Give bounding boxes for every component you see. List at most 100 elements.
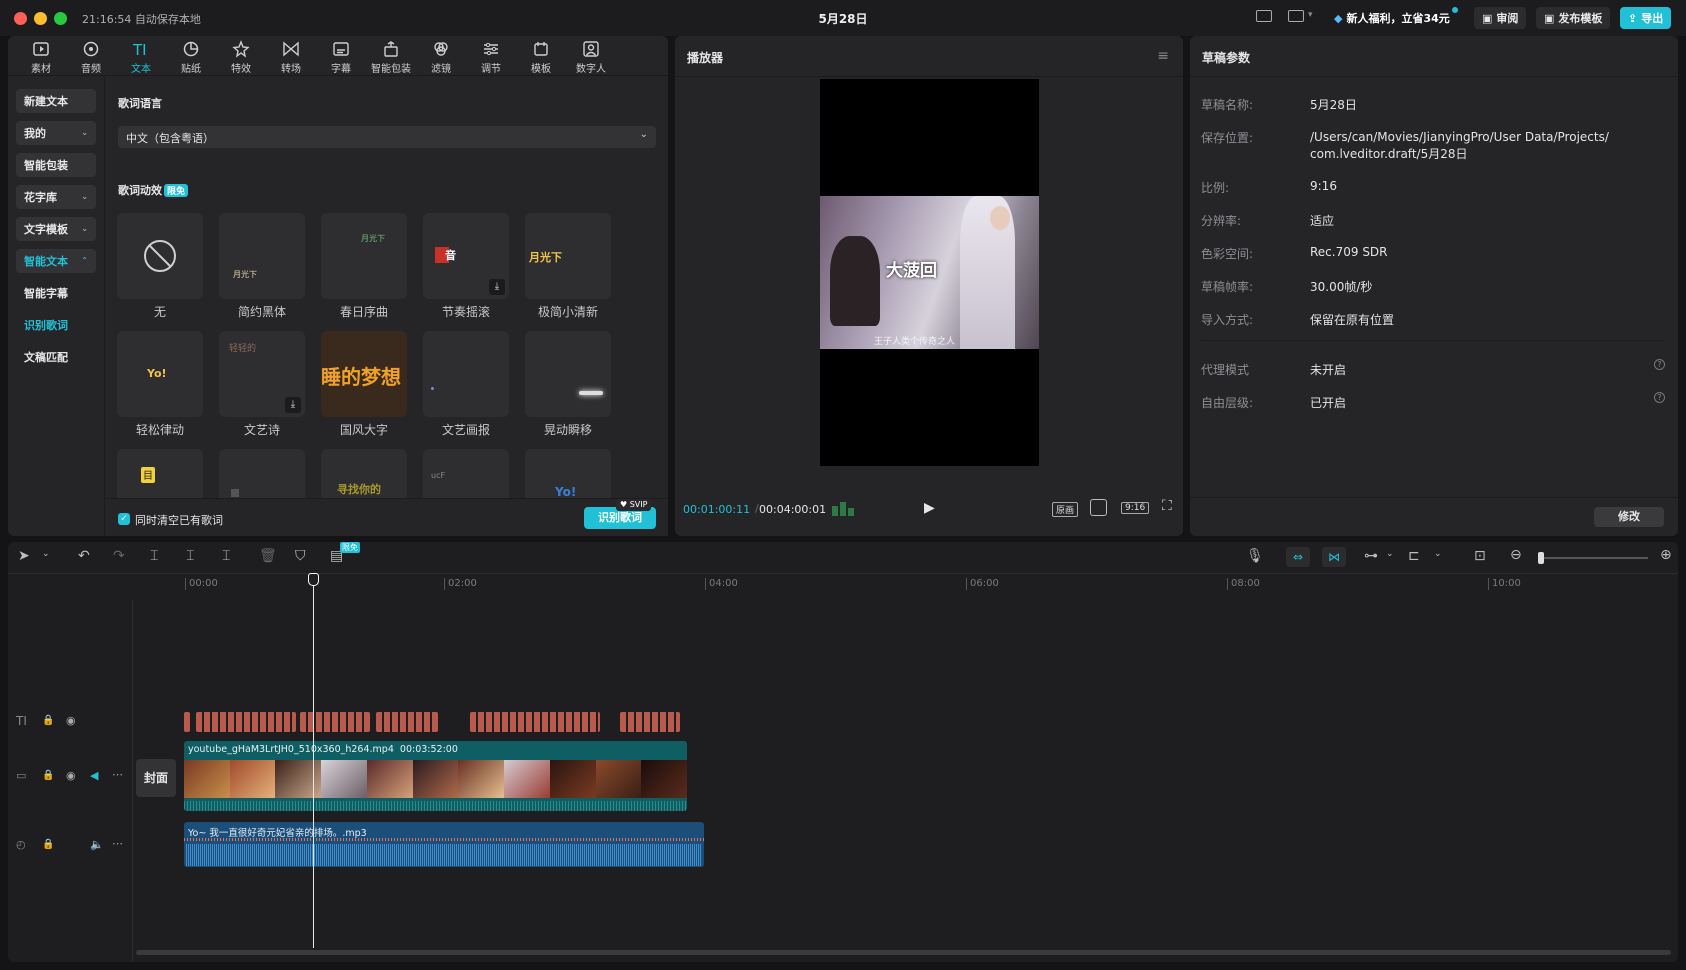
fit-timeline-icon[interactable]: ⊡ (1474, 548, 1486, 564)
sidebar-item-fancy-text[interactable]: 花字库 ⌄ (16, 185, 96, 209)
sidebar-item-smart-text[interactable]: 智能文本 ⌃ (16, 249, 96, 273)
lock-icon[interactable]: 🔒 (42, 770, 54, 781)
anim-card-none[interactable] (117, 213, 203, 299)
speaker-icon[interactable]: ◀ (90, 769, 98, 782)
audio-clip[interactable]: Yo~ 我一直很好奇元妃省亲的排场。.mp3 (184, 822, 704, 867)
microphone-icon[interactable]: 🎙 (1246, 548, 1264, 564)
tab-smart-pack[interactable]: 智能包装 (366, 40, 416, 80)
anim-card-rhythm-rock[interactable]: 音 ⤓ (423, 213, 509, 299)
marker-icon[interactable]: ⛉ (295, 548, 306, 564)
anim-card-guofeng-big[interactable]: 睡的梦想 (321, 331, 407, 417)
layout-icon[interactable] (1288, 10, 1304, 22)
anim-card-minimal-fresh[interactable]: 月光下 (525, 213, 611, 299)
modify-button[interactable]: 修改 (1594, 507, 1664, 527)
tab-caption[interactable]: 字幕 (316, 40, 366, 80)
help-icon[interactable]: ? (1654, 392, 1665, 403)
shortcut-icon[interactable] (1256, 10, 1272, 22)
trim-left-icon[interactable]: ⌶ (186, 548, 194, 564)
tab-effects[interactable]: 特效 (216, 40, 266, 80)
eye-icon[interactable]: ◉ (66, 769, 76, 782)
lock-icon[interactable]: 🔒 (42, 839, 54, 850)
auto-snap-icon[interactable]: ⋈ (1322, 547, 1346, 567)
playhead[interactable] (313, 574, 314, 948)
promo-link[interactable]: ◆ 新人福利，立省34元 (1334, 10, 1450, 26)
review-button[interactable]: ▣ 审阅 (1474, 7, 1527, 29)
more-icon[interactable]: ⋯ (112, 768, 123, 781)
help-icon[interactable]: ? (1654, 359, 1665, 370)
text-clip[interactable] (196, 712, 296, 732)
sidebar-item-mine[interactable]: 我的 ⌄ (16, 121, 96, 145)
tab-sticker[interactable]: 贴纸 (166, 40, 216, 80)
anim-card-simple-black[interactable]: 月光下 (219, 213, 305, 299)
undo-icon[interactable]: ↶ (78, 548, 90, 564)
layout-dropdown-icon[interactable]: ▾ (1308, 10, 1313, 20)
tab-template[interactable]: 模板 (516, 40, 566, 80)
maximize-window-button[interactable] (54, 12, 67, 25)
play-button[interactable]: ▶ (924, 500, 935, 516)
cover-button[interactable]: 封面 (136, 759, 176, 797)
tab-digital-human[interactable]: 数字人 (566, 40, 616, 80)
text-clip[interactable] (620, 712, 680, 732)
zoom-out-icon[interactable]: ⊖ (1510, 547, 1522, 563)
volume-icon[interactable]: 🔈 (90, 838, 104, 851)
tab-transition[interactable]: 转场 (266, 40, 316, 80)
preview-axis-icon[interactable]: ⊏ (1408, 548, 1420, 564)
clear-lyrics-checkbox[interactable]: ✓ (118, 513, 130, 525)
anim-card-easy-groove[interactable]: Yo! (117, 331, 203, 417)
text-clip[interactable] (376, 712, 438, 732)
tab-adjust[interactable]: 调节 (466, 40, 516, 80)
redo-icon[interactable]: ↷ (113, 548, 125, 564)
chevron-down-icon[interactable]: ⌄ (42, 549, 50, 559)
zoom-slider[interactable] (1538, 552, 1648, 564)
lock-icon[interactable]: 🔒 (42, 715, 54, 726)
delete-icon[interactable]: 🗑 (259, 548, 277, 564)
eye-icon[interactable]: ◉ (66, 714, 76, 727)
tab-media[interactable]: 素材 (16, 40, 66, 80)
anim-card-row3-3[interactable]: 寻找你的 (321, 449, 407, 499)
sidebar-item-recognize-lyrics[interactable]: 识别歌词 (16, 313, 96, 337)
minimize-window-button[interactable] (34, 12, 47, 25)
text-clip[interactable] (420, 712, 422, 732)
close-window-button[interactable] (14, 12, 27, 25)
zoom-slider-handle[interactable] (1538, 552, 1544, 564)
text-clip[interactable] (184, 712, 190, 732)
playhead-handle[interactable] (308, 573, 319, 586)
anim-card-row3-2[interactable] (219, 449, 305, 499)
original-quality-button[interactable]: 原画 (1052, 502, 1079, 517)
anim-card-row3-5[interactable]: Yo! (525, 449, 611, 499)
anim-card-literary-poem[interactable]: 轻轻的 ⤓ (219, 331, 305, 417)
video-preview[interactable]: 大菠回 王子人类个传奇之人 (820, 79, 1039, 466)
tab-text[interactable]: TI 文本 (116, 40, 166, 80)
aspect-ratio-button[interactable]: 9:16 (1121, 502, 1150, 514)
download-icon[interactable]: ⤓ (285, 397, 301, 413)
screenshot-icon[interactable] (1090, 499, 1107, 516)
player-menu-icon[interactable]: ≡ (1157, 48, 1169, 64)
sidebar-item-script-match[interactable]: 文稿匹配 (16, 345, 96, 369)
chevron-down-icon[interactable]: ⌄ (1434, 549, 1442, 559)
export-button[interactable]: ⇪ 导出 (1620, 7, 1672, 29)
sidebar-item-smart-pack[interactable]: 智能包装 (16, 153, 96, 177)
trim-right-icon[interactable]: ⌶ (222, 548, 230, 564)
more-icon[interactable]: ⋯ (112, 837, 123, 850)
anim-card-row3-4[interactable]: ucF (423, 449, 509, 499)
tab-filter[interactable]: 滤镜 (416, 40, 466, 80)
video-clip[interactable]: youtube_gHaM3LrtJH0_510x360_h264.mp4 00:… (184, 741, 687, 811)
timeline-scrollbar[interactable] (136, 950, 1671, 955)
sidebar-item-new-text[interactable]: 新建文本 (16, 89, 96, 113)
chevron-down-icon[interactable]: ⌄ (1386, 549, 1394, 559)
sidebar-item-smart-caption[interactable]: 智能字幕 (16, 281, 96, 305)
main-track-magnet-icon[interactable]: ⇔ (1286, 547, 1310, 567)
split-icon[interactable]: ⌶ (150, 548, 158, 564)
link-icon[interactable]: ⊶ (1364, 548, 1378, 564)
anim-card-literary-poster[interactable] (423, 331, 509, 417)
text-clip[interactable] (300, 712, 370, 732)
publish-template-button[interactable]: ▣ 发布模板 (1536, 7, 1611, 29)
text-clip[interactable] (470, 712, 600, 732)
anim-card-spring-overture[interactable]: 月光下 (321, 213, 407, 299)
download-icon[interactable]: ⤓ (489, 279, 505, 295)
lyrics-language-select[interactable]: 中文（包含粤语） ⌄ (118, 126, 656, 148)
anim-card-shake-teleport[interactable] (525, 331, 611, 417)
fullscreen-icon[interactable]: ⛶ (1162, 498, 1172, 514)
sidebar-item-text-template[interactable]: 文字模板 ⌄ (16, 217, 96, 241)
select-tool-icon[interactable]: ➤ (18, 548, 30, 564)
